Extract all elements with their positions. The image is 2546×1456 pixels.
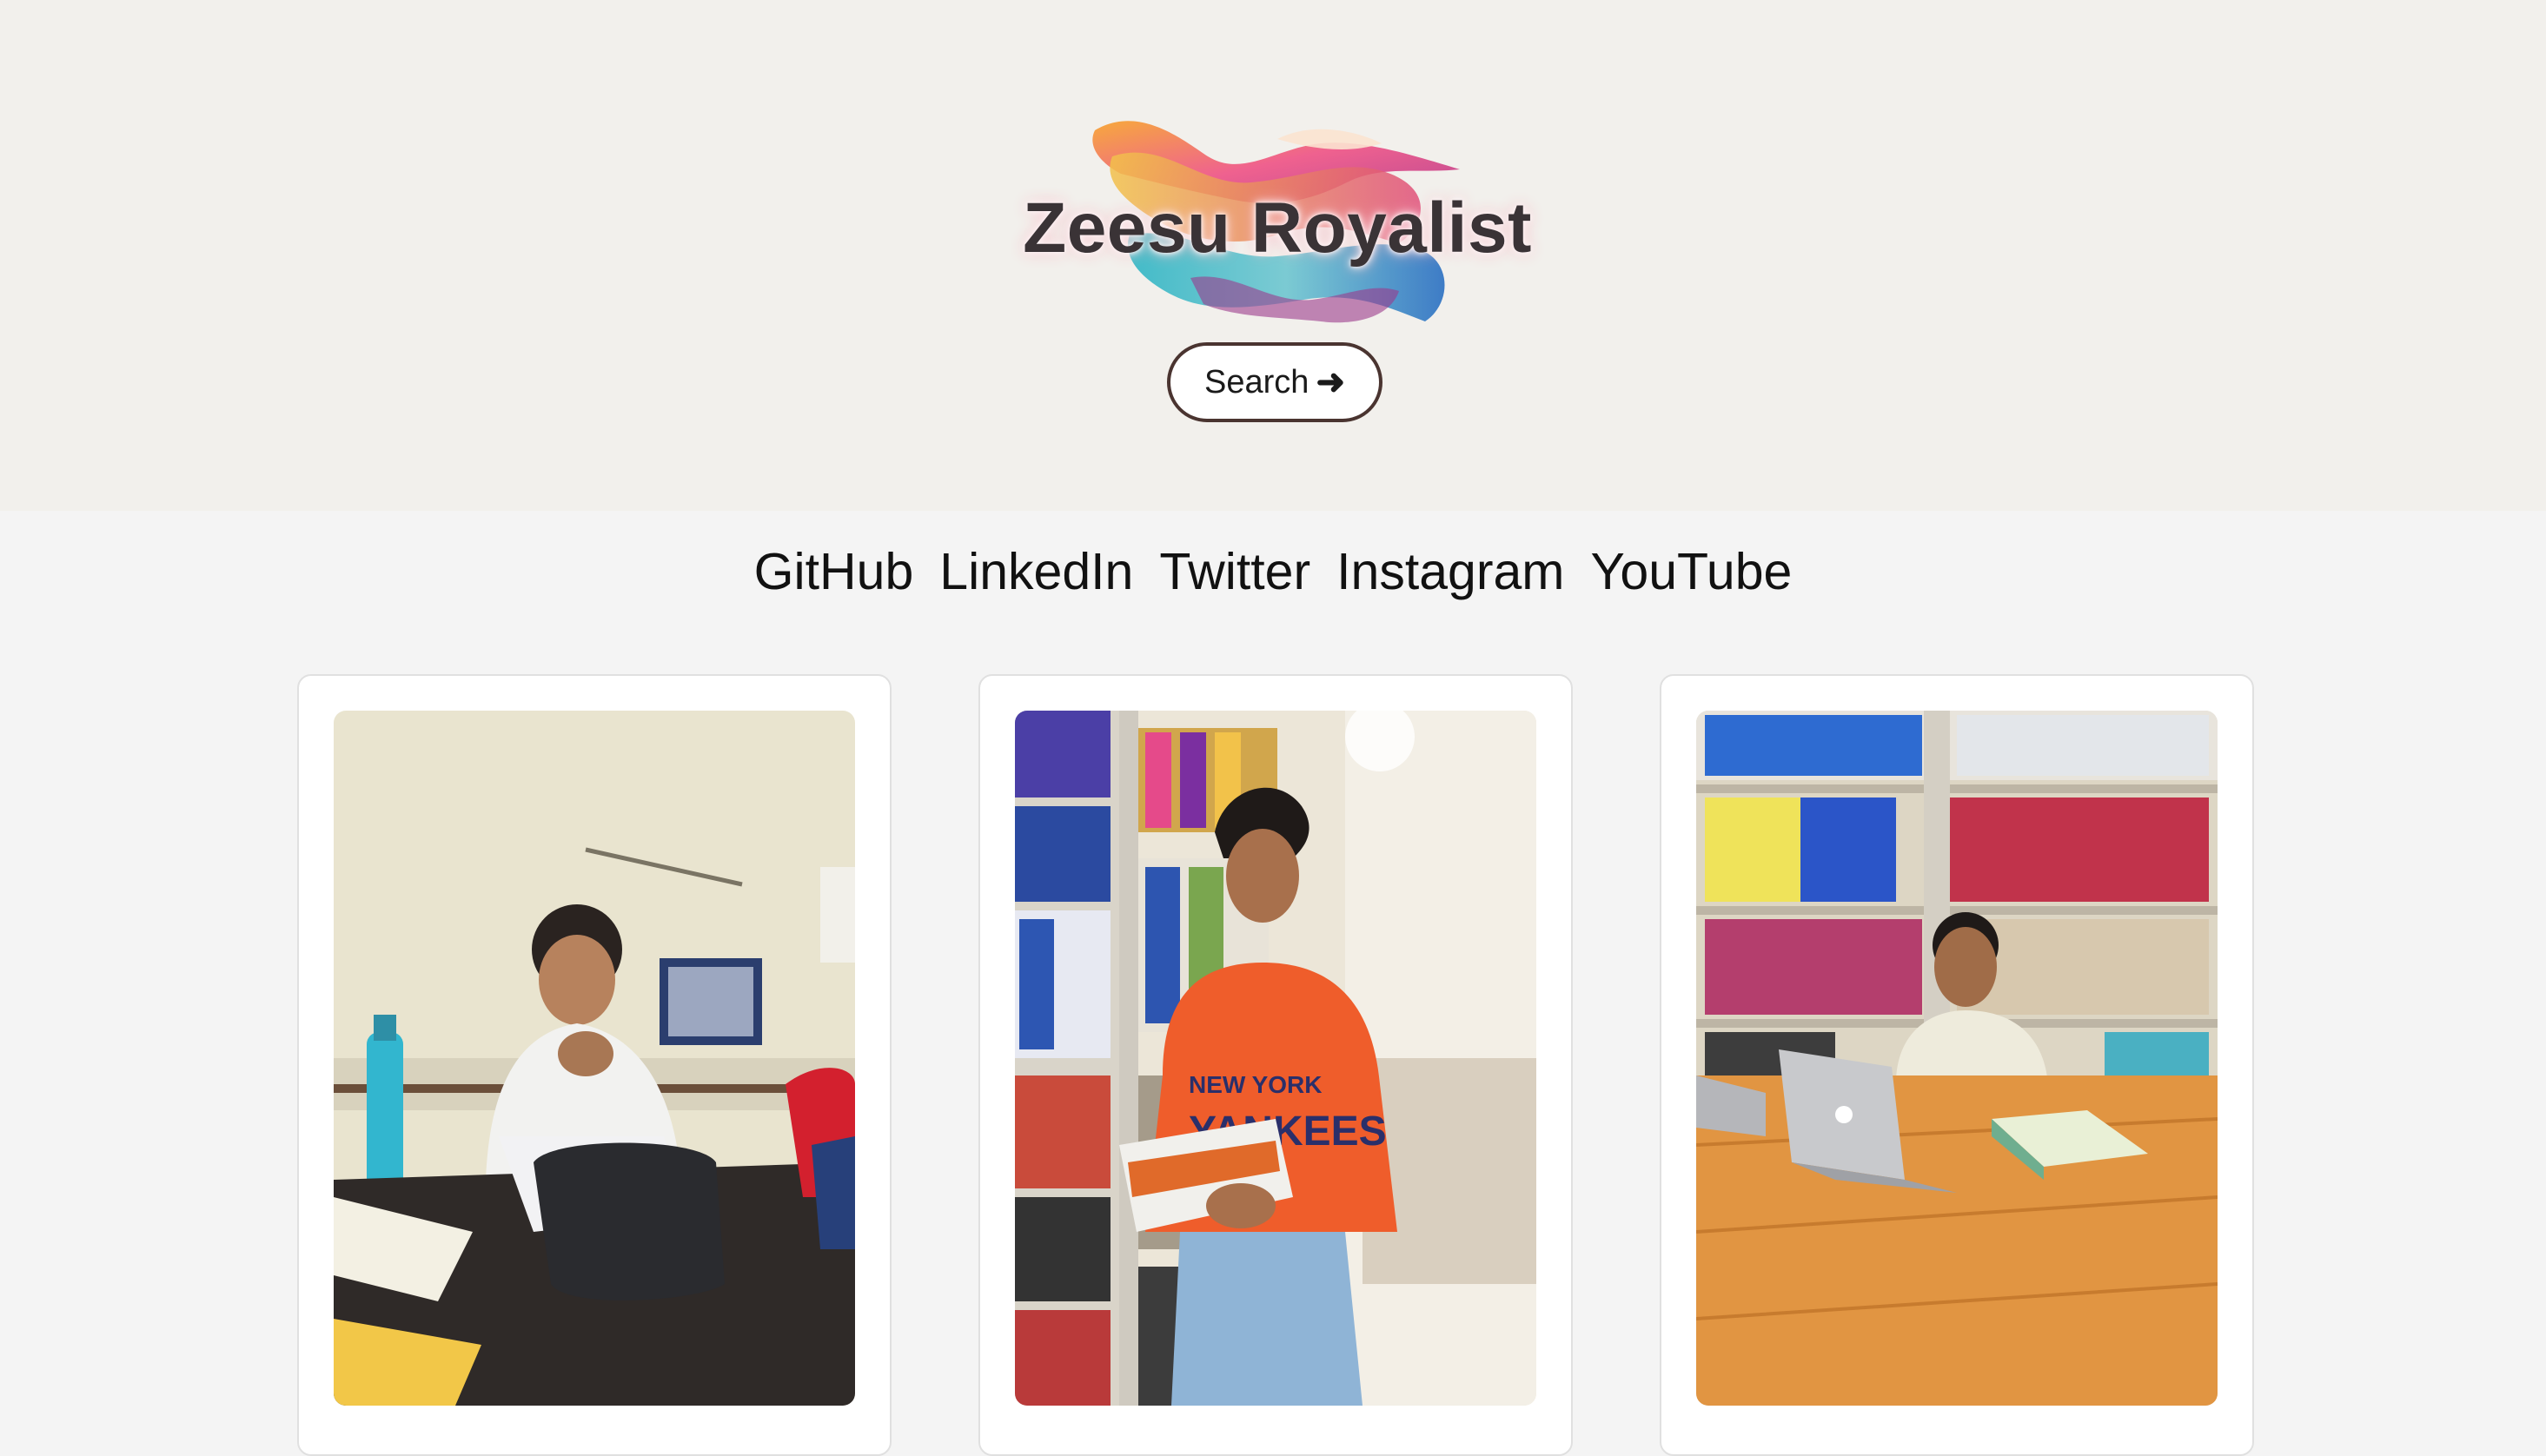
student-at-library-table-with-laptop-photo xyxy=(1696,711,2218,1406)
student-in-library-aisle-photo: NEW YORK YANKEES xyxy=(1015,711,1536,1406)
linkedin-link[interactable]: LinkedIn xyxy=(939,537,1133,606)
search-button[interactable]: Search ➜ xyxy=(1167,342,1382,422)
search-button-label: Search xyxy=(1204,363,1309,400)
social-links-nav: GitHub LinkedIn Twitter Instagram YouTub… xyxy=(0,537,2546,606)
student-at-classroom-desk-photo xyxy=(334,711,855,1406)
photo-card[interactable] xyxy=(1660,674,2254,1456)
svg-text:NEW YORK: NEW YORK xyxy=(1189,1071,1323,1098)
instagram-link[interactable]: Instagram xyxy=(1336,537,1564,606)
photo-card[interactable] xyxy=(297,674,892,1456)
youtube-link[interactable]: YouTube xyxy=(1590,537,1792,606)
twitter-link[interactable]: Twitter xyxy=(1159,537,1310,606)
github-link[interactable]: GitHub xyxy=(754,537,914,606)
arrow-right-icon: ➜ xyxy=(1316,363,1345,401)
brand-logo[interactable]: Zeesu Royalist xyxy=(1017,104,1538,347)
hero-header: Zeesu Royalist Search ➜ xyxy=(0,0,2546,511)
photo-card[interactable]: NEW YORK YANKEES xyxy=(978,674,1573,1456)
logo-text: Zeesu Royalist xyxy=(1023,189,1532,268)
